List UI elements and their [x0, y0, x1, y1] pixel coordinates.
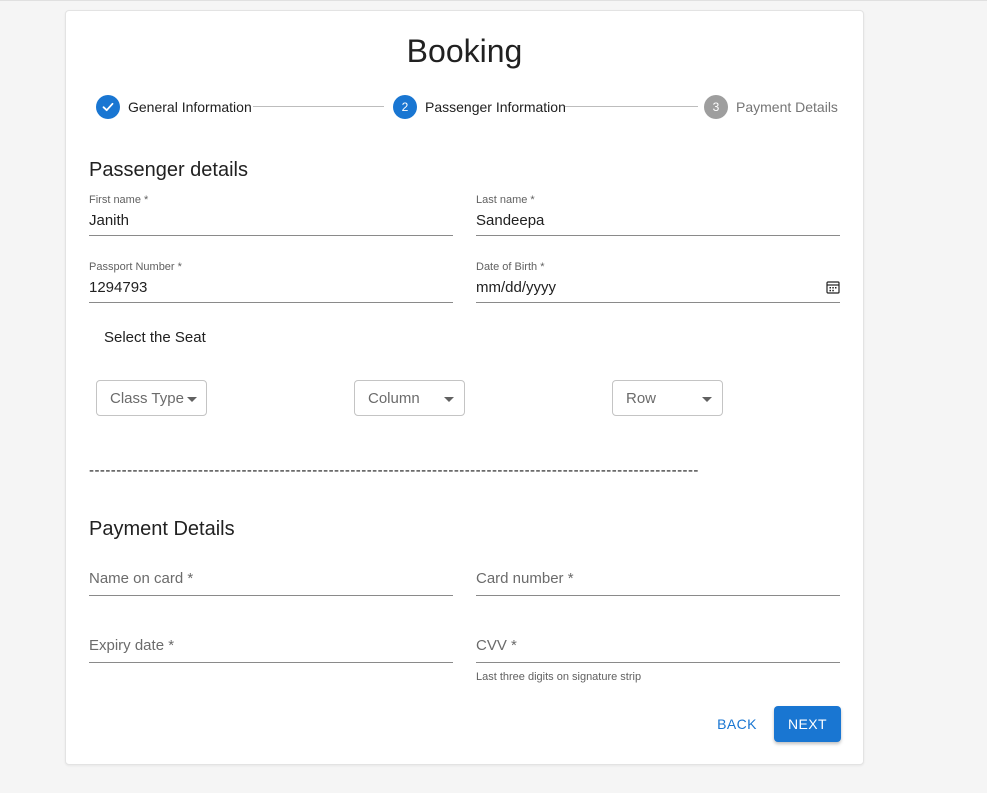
row-select[interactable]: Row — [612, 380, 723, 416]
field-underline — [476, 235, 840, 236]
expiry-date-input[interactable]: Expiry date * — [89, 637, 174, 654]
column-select-label: Column — [368, 390, 420, 407]
field-underline — [476, 662, 840, 663]
booking-card: Booking General Information 2 Passenger … — [65, 10, 864, 765]
step-number-3: 3 — [704, 95, 728, 119]
back-button[interactable]: BACK — [708, 706, 766, 742]
cvv-input[interactable]: CVV * — [476, 637, 517, 654]
column-select[interactable]: Column — [354, 380, 465, 416]
chevron-down-icon — [702, 397, 712, 402]
select-seat-label: Select the Seat — [104, 329, 206, 346]
field-underline — [89, 595, 453, 596]
calendar-icon[interactable] — [826, 280, 840, 294]
passport-number-label: Passport Number * — [89, 261, 182, 273]
class-type-select-label: Class Type — [110, 390, 184, 407]
step-label-passenger-information: Passenger Information — [425, 99, 566, 115]
step-label-payment-details: Payment Details — [736, 99, 838, 115]
passenger-details-heading: Passenger details — [89, 159, 248, 181]
row-select-label: Row — [626, 390, 657, 407]
field-underline — [89, 662, 453, 663]
step-number-2: 2 — [393, 95, 417, 119]
cvv-helper-text: Last three digits on signature strip — [476, 671, 642, 683]
name-on-card-input[interactable]: Name on card * — [89, 570, 193, 587]
chevron-down-icon — [187, 397, 197, 402]
step-connector — [565, 106, 698, 107]
step-label-general-information: General Information — [128, 99, 252, 115]
date-of-birth-input[interactable]: mm/dd/yyyy — [476, 279, 556, 296]
field-underline — [89, 302, 453, 303]
page-title: Booking — [406, 33, 523, 69]
field-underline — [476, 595, 840, 596]
step-general-information: General Information — [96, 95, 252, 119]
payment-details-heading: Payment Details — [89, 518, 235, 540]
date-of-birth-label: Date of Birth * — [476, 261, 545, 273]
passport-number-input[interactable]: 1294793 — [89, 279, 147, 296]
class-type-select[interactable]: Class Type — [96, 380, 207, 416]
step-payment-details: 3 Payment Details — [704, 95, 838, 119]
first-name-input[interactable]: Janith — [89, 212, 129, 229]
dashed-divider: ----------------------------------------… — [89, 462, 699, 479]
step-connector — [253, 106, 384, 107]
field-underline — [476, 302, 840, 303]
next-button[interactable]: NEXT — [774, 706, 841, 742]
card-number-input[interactable]: Card number * — [476, 570, 574, 587]
field-underline — [89, 235, 453, 236]
top-border-line — [0, 0, 987, 1]
step-passenger-information: 2 Passenger Information — [393, 95, 566, 119]
last-name-input[interactable]: Sandeepa — [476, 212, 544, 229]
check-icon — [96, 95, 120, 119]
chevron-down-icon — [444, 397, 454, 402]
last-name-label: Last name * — [476, 194, 535, 206]
first-name-label: First name * — [89, 194, 149, 206]
